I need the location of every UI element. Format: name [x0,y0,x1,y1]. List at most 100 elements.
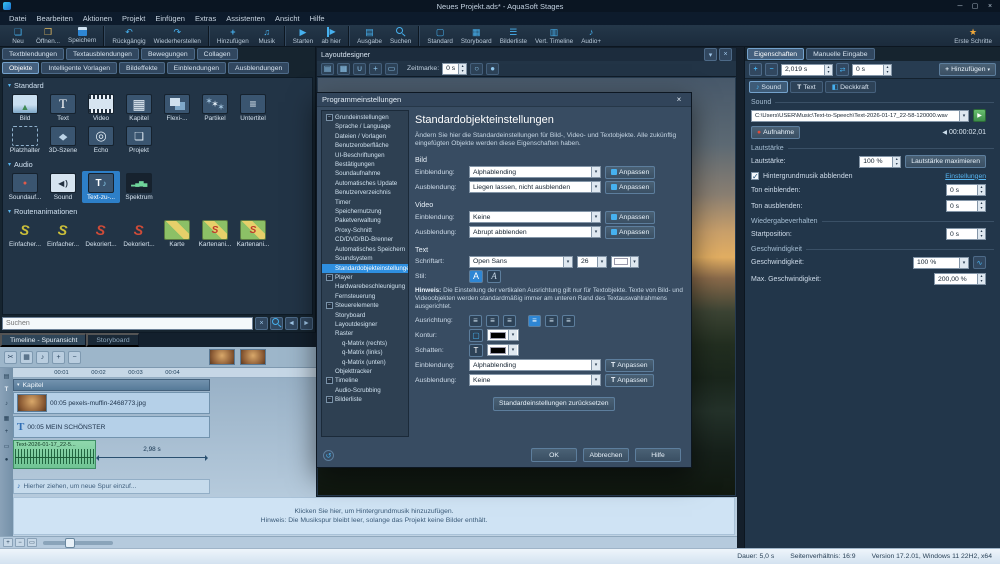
add-track-icon[interactable] [2,428,11,436]
properties-tab[interactable]: Manuelle Eingabe [806,48,874,60]
text-track-icon[interactable] [2,386,11,394]
music-note-icon[interactable] [36,351,49,364]
fade-in-spinner[interactable]: 0 s [946,184,986,196]
hinzufuegen-button[interactable]: Hinzufügen [939,63,996,76]
reset-defaults-button[interactable]: Standardeinstellungen zurücksetzen [493,397,615,411]
settings-tree-item[interactable]: Proxy-Schnitt [322,226,408,235]
fade-out-spinner[interactable]: 0 s [946,200,986,212]
toolbox-item[interactable]: Bild [6,92,44,124]
toolbox-item[interactable]: Kartenani... [234,218,272,250]
sound-track-icon[interactable] [2,400,11,408]
settings-tree-item[interactable]: Fernsteuerung [322,292,408,301]
toolbar-button[interactable]: Bilderliste [496,26,531,46]
new-track-dropzone[interactable]: Hierher ziehen, um neue Spur einzuf... [13,479,210,494]
settings-tree-item[interactable]: Dateien / Vorlagen [322,132,408,141]
align-right-button[interactable] [503,315,516,327]
properties-subtab[interactable]: Sound [749,81,788,93]
settings-tree-item[interactable]: Raster [322,329,408,338]
toolbox-item[interactable]: Dekoriert... [82,218,120,250]
spinner-buttons[interactable] [977,201,985,211]
settings-tree-item[interactable]: Audio-Scrubbing [322,386,408,395]
toolbox-item[interactable]: Soundauf... [6,171,44,203]
settings-tree-item[interactable]: Storyboard [322,311,408,320]
group-header-routenanimationen[interactable]: Routenanimationen [3,204,312,217]
toolbar-button[interactable]: Storyboard [457,26,496,46]
settings-tree-item[interactable]: Automatisches Update [322,179,408,188]
zoom-out-icon[interactable] [68,351,81,364]
spinner-buttons[interactable] [892,157,900,167]
zoom-fit-icon[interactable] [27,538,37,547]
align-bottom-button[interactable] [562,315,575,327]
aufnahme-button[interactable]: Aufnahme [751,126,800,139]
zoom-out-icon[interactable] [15,538,25,547]
sound-file-select[interactable]: C:\Users\USER\Music\Text-to-Speech\Text-… [751,110,969,122]
settings-tree-item[interactable]: Steuerelemente [322,301,408,310]
dialog-close-icon[interactable]: × [672,95,686,104]
toolbar-button[interactable]: Audio+ [577,26,605,46]
menu-item[interactable]: Extras [190,14,221,23]
properties-subtab[interactable]: Text [790,81,823,93]
prev-result-icon[interactable] [285,317,298,330]
settings-tree-item[interactable]: Objekttracker [322,367,408,376]
toolbox-item[interactable]: Kartenani... [196,218,234,250]
toolbar-button[interactable]: Ausgabe [348,26,386,46]
menu-item[interactable]: Bearbeiten [32,14,78,23]
max-speed-spinner[interactable]: 200,00 % [934,273,986,285]
panel-menu-icon[interactable] [704,48,717,61]
maximize-button[interactable] [968,1,982,11]
einstellungen-link[interactable]: Einstellungen [945,173,986,180]
video-ausblendung-select[interactable]: Abrupt abblenden [469,226,601,238]
toolbox-tab[interactable]: Bewegungen [141,48,195,60]
settings-tree-item[interactable]: Benutzerverzeichnis [322,188,408,197]
settings-tree-item[interactable]: Speichernutzung [322,207,408,216]
erste-schritte-button[interactable]: Erste Schritte [950,26,996,46]
kontur-color-select[interactable] [487,329,519,341]
toolbox-item[interactable]: Dekoriert... [120,218,158,250]
spinner-buttons[interactable] [824,65,832,75]
toolbox-item[interactable]: Projekt [120,124,158,156]
schatten-color-select[interactable] [487,344,519,356]
toolbar-button[interactable]: Vert. Timeline [531,26,577,46]
toolbox-tab[interactable]: Textblendungen [2,48,64,60]
settings-tree-item[interactable]: Soundaufnahme [322,169,408,178]
spinner-buttons[interactable] [977,185,985,195]
settings-tree-item[interactable]: q-Matrix (rechts) [322,339,408,348]
background-music-dropzone[interactable]: Klicken Sie hier, um Hintergrundmusik hi… [13,497,735,535]
cancel-button[interactable]: Abbrechen [583,448,629,462]
speed-curve-icon[interactable] [973,256,986,269]
toolbox-tab[interactable]: Textausblendungen [66,48,139,60]
anpassen-button[interactable]: Anpassen [605,166,655,179]
set-time-icon[interactable] [486,63,499,75]
cut-icon[interactable] [4,351,17,364]
start-position-spinner[interactable]: 0 s [946,228,986,240]
zoom-slider[interactable] [43,541,113,545]
bold-style-button[interactable]: A [469,270,483,283]
group-header-audio[interactable]: Audio [3,157,312,170]
settings-tree-item[interactable]: Layoutdesigner [322,320,408,329]
toolbar-button[interactable]: Musik [253,26,281,46]
spinner-buttons[interactable] [977,274,985,284]
clip-thumbnail[interactable] [209,349,235,365]
clear-search-icon[interactable] [255,317,268,330]
settings-tree-item[interactable]: Standardobjekteinstellungen [322,264,408,273]
toolbox-item[interactable]: Einfacher... [6,218,44,250]
menu-item[interactable]: Aktionen [78,14,117,23]
menu-item[interactable]: Hilfe [305,14,330,23]
magnet-icon[interactable] [353,63,366,75]
video-einblendung-select[interactable]: Keine [469,211,601,223]
group-header-standard[interactable]: Standard [3,78,312,91]
spinner-buttons[interactable] [458,64,466,74]
properties-subtab[interactable]: Deckkraft [825,81,876,93]
spinner-buttons[interactable] [977,229,985,239]
toolbox-item[interactable]: Text-zu-... [82,171,120,203]
anpassen-button[interactable]: Anpassen [605,211,655,224]
record-track-icon[interactable] [2,456,11,464]
time-icon[interactable] [470,63,483,75]
schatten-toggle-button[interactable]: T [469,344,483,357]
anpassen-button[interactable]: Anpassen [605,374,654,387]
toolbar-button[interactable]: Standard [418,26,457,46]
text-track-object[interactable]: T 00:05 MEIN SCHÖNSTER [13,416,210,438]
timeline-tab[interactable]: Storyboard [86,333,138,347]
object-offset-spinner[interactable]: 0 s [852,64,892,76]
kapitel-track-header[interactable]: Kapitel [13,379,210,391]
